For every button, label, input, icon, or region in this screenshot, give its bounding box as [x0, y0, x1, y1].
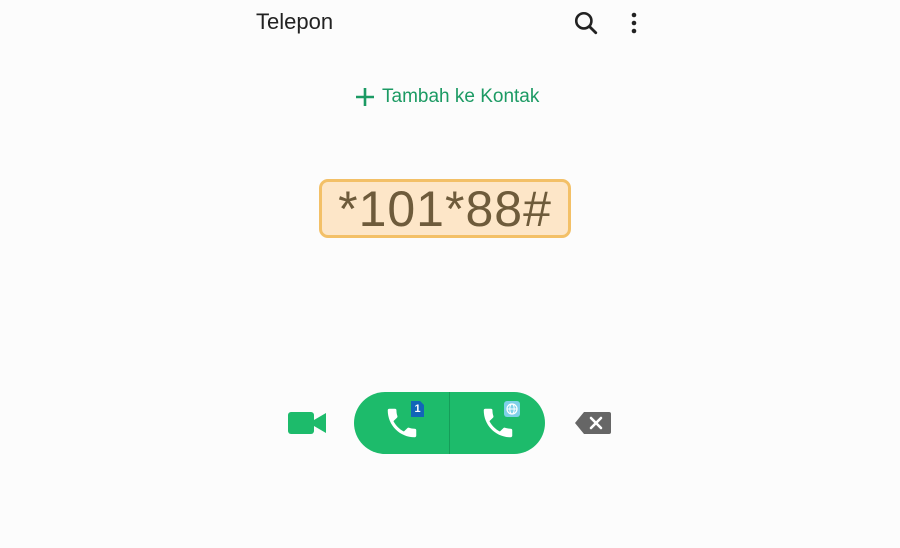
phone-dialer-screen: Telepon Tambah ke Kontak *101*88# 1 [0, 0, 900, 548]
more-vert-icon [631, 12, 637, 34]
more-options-button[interactable] [620, 6, 648, 40]
globe-icon [504, 401, 520, 417]
video-call-icon [288, 412, 326, 434]
search-icon [574, 11, 598, 35]
backspace-button[interactable] [574, 410, 612, 436]
video-call-button[interactable] [286, 406, 328, 440]
backspace-icon [575, 412, 611, 434]
call-wifi-button[interactable] [450, 392, 545, 454]
dialed-number: *101*88# [338, 180, 552, 237]
sim1-badge: 1 [411, 401, 424, 417]
call-sim1-button[interactable]: 1 [354, 392, 449, 454]
page-title: Telepon [256, 9, 334, 34]
add-to-contacts-button[interactable]: Tambah ke Kontak [354, 86, 539, 108]
dialed-number-field[interactable]: *101*88# [319, 179, 571, 238]
search-button[interactable] [568, 6, 604, 40]
add-to-contacts-label: Tambah ke Kontak [382, 86, 540, 107]
plus-icon [354, 86, 376, 108]
call-buttons-group: 1 [354, 392, 545, 454]
